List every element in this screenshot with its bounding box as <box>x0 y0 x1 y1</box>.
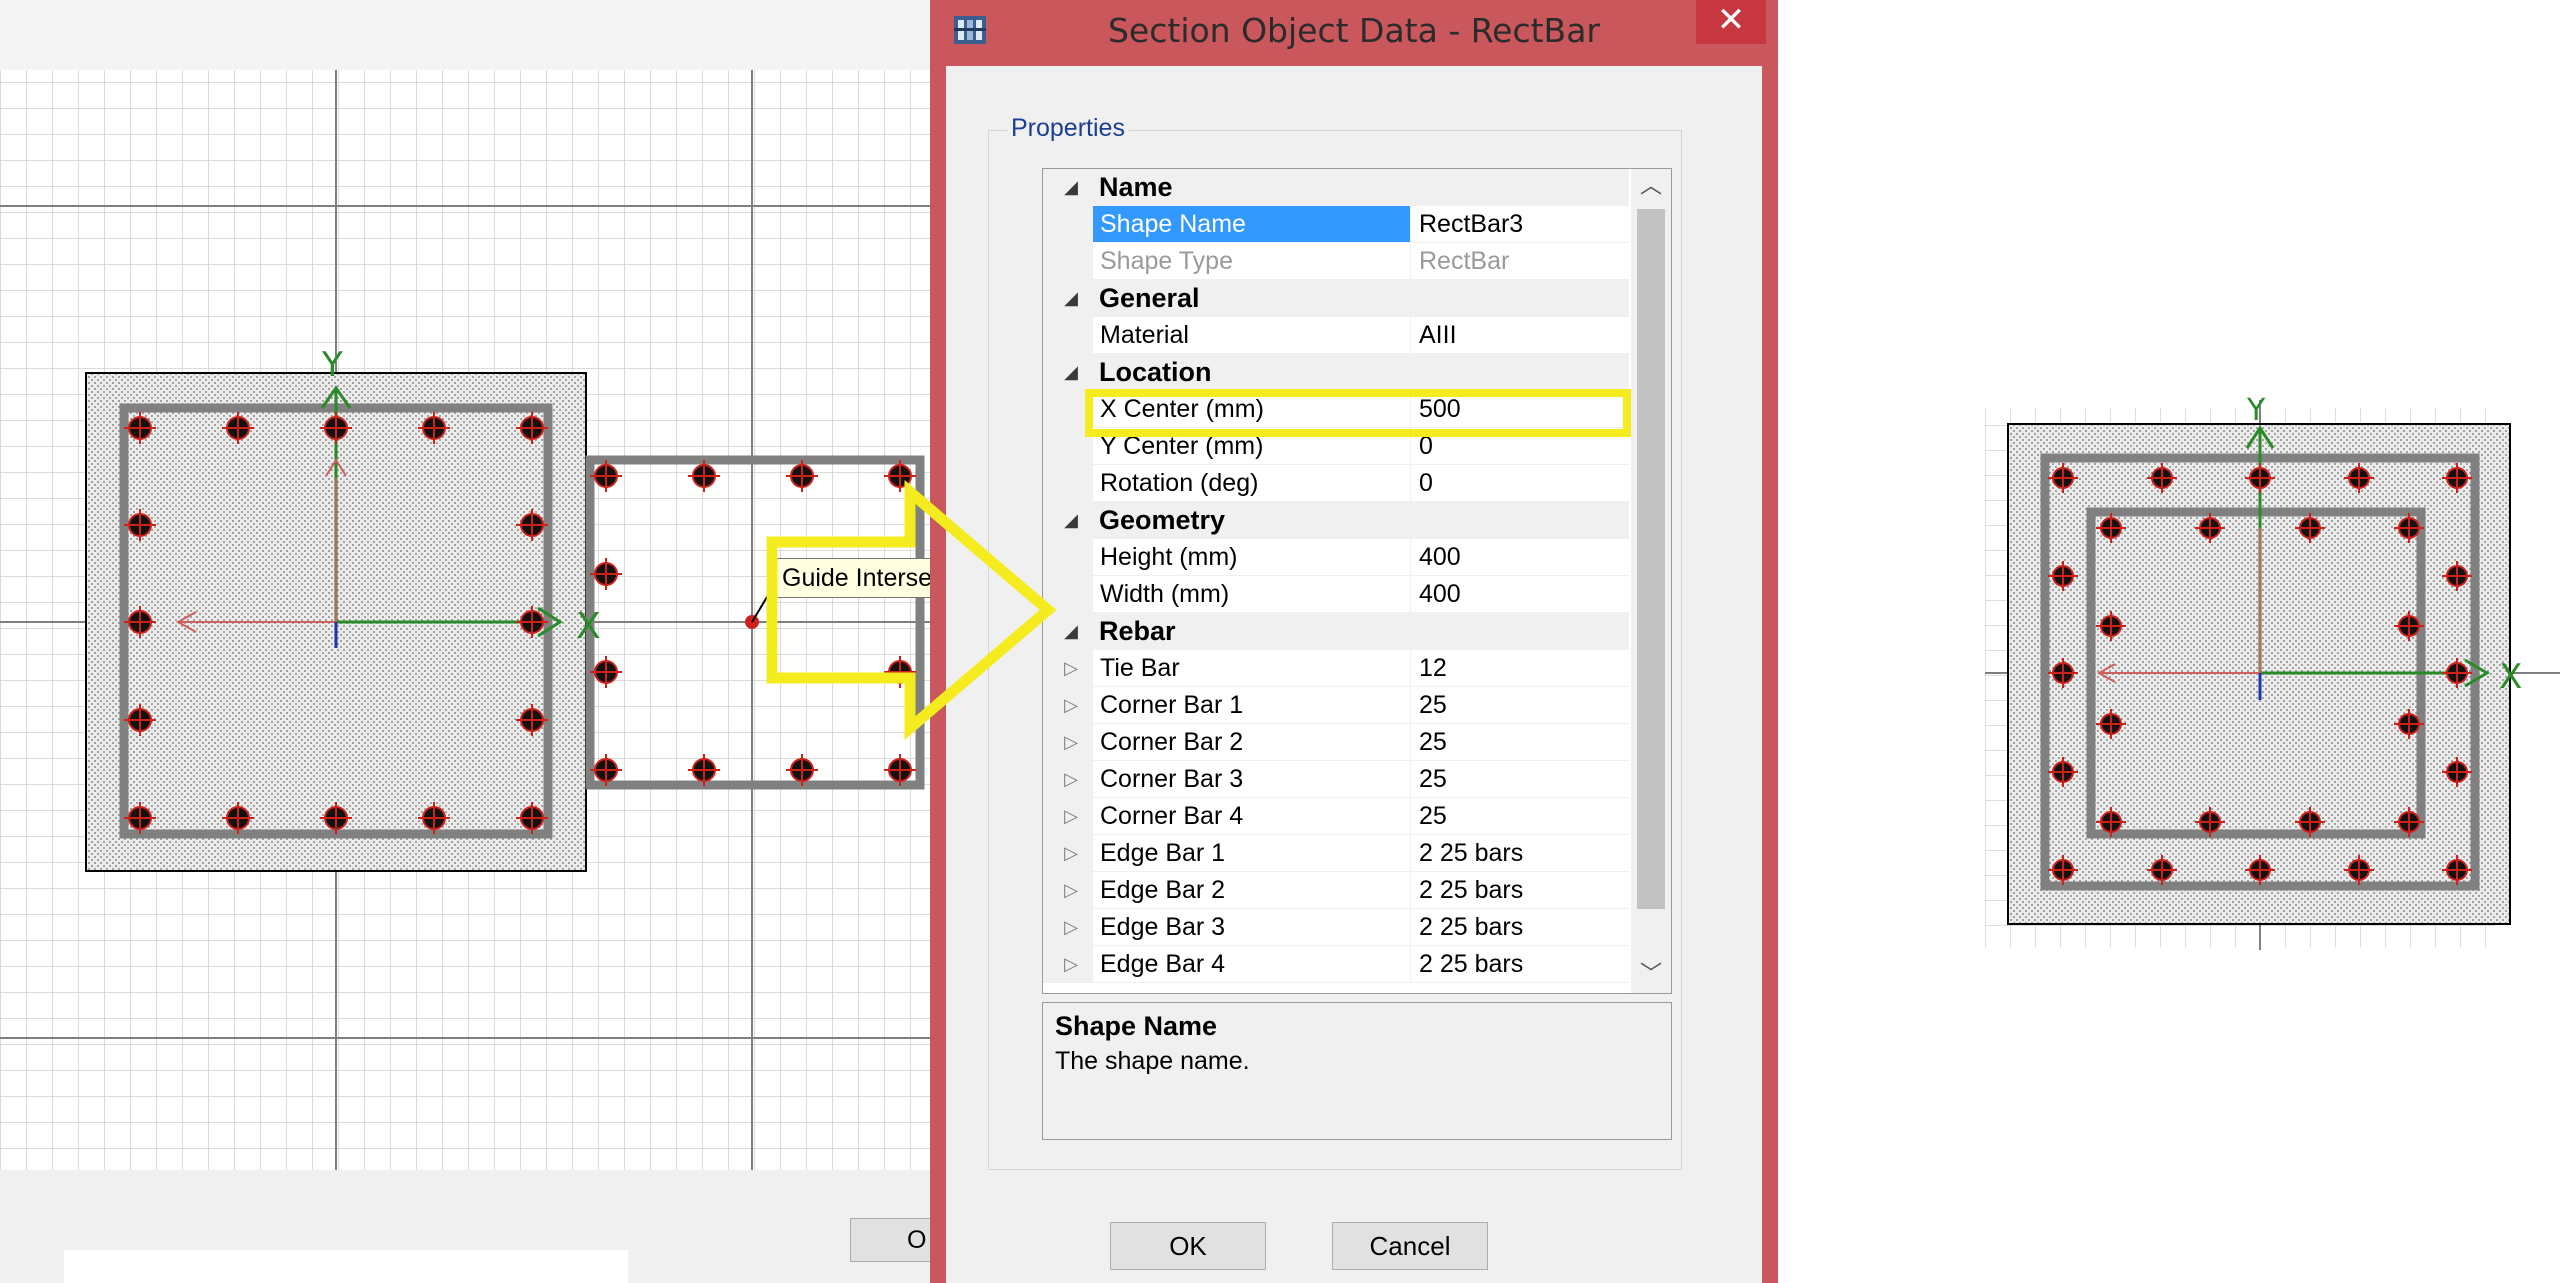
property-edge-bar-3[interactable]: ▷ Edge Bar 3 2 25 bars <box>1043 909 1629 946</box>
triangle-right-icon[interactable]: ▷ <box>1061 798 1081 835</box>
x-axis-label: X <box>576 606 601 647</box>
property-edge-bar-4[interactable]: ▷ Edge Bar 4 2 25 bars <box>1043 946 1629 983</box>
triangle-down-icon[interactable]: ◢ <box>1061 613 1081 650</box>
cancel-button[interactable]: Cancel <box>1332 1222 1488 1270</box>
app-icon <box>954 16 986 44</box>
scrollbar-thumb[interactable] <box>1637 209 1665 909</box>
property-edge-bar-2[interactable]: ▷ Edge Bar 2 2 25 bars <box>1043 872 1629 909</box>
property-corner-bar-4[interactable]: ▷ Corner Bar 4 25 <box>1043 798 1629 835</box>
property-corner-bar-1[interactable]: ▷ Corner Bar 1 25 <box>1043 687 1629 724</box>
description-title: Shape Name <box>1055 1011 1218 1041</box>
property-shape-name[interactable]: Shape Name RectBar3 <box>1043 206 1629 243</box>
description-text: The shape name. <box>1055 1047 1250 1075</box>
category-name[interactable]: ◢ Name <box>1043 169 1629 206</box>
property-grid-scrollbar[interactable]: ︿ ﹀ <box>1631 169 1671 993</box>
triangle-right-icon[interactable]: ▷ <box>1061 761 1081 798</box>
property-corner-bar-3[interactable]: ▷ Corner Bar 3 25 <box>1043 761 1629 798</box>
triangle-down-icon[interactable]: ◢ <box>1061 169 1081 206</box>
triangle-down-icon[interactable]: ◢ <box>1061 280 1081 317</box>
chevron-down-icon[interactable]: ﹀ <box>1631 957 1671 993</box>
dialog-client-area: Properties ◢ Name Shape Name RectBar3 Sh… <box>946 66 1762 1283</box>
property-material[interactable]: Material AIII <box>1043 317 1629 354</box>
right-section-canvas[interactable]: X Y <box>1775 0 2560 1283</box>
properties-group-label: Properties <box>1007 114 1129 143</box>
yellow-arrow-annotation <box>766 480 1057 740</box>
chevron-up-icon[interactable]: ︿ <box>1631 169 1671 205</box>
triangle-right-icon[interactable]: ▷ <box>1061 650 1081 687</box>
dialog-title: Section Object Data - RectBar <box>1107 11 1600 50</box>
triangle-right-icon[interactable]: ▷ <box>1061 724 1081 761</box>
triangle-down-icon[interactable]: ◢ <box>1061 502 1081 539</box>
triangle-right-icon[interactable]: ▷ <box>1061 872 1081 909</box>
triangle-right-icon[interactable]: ▷ <box>1061 946 1081 983</box>
dialog-titlebar[interactable]: Section Object Data - RectBar ✕ <box>930 0 1778 62</box>
background-ok-button[interactable]: O <box>850 1218 930 1262</box>
property-height[interactable]: Height (mm) 400 <box>1043 539 1629 576</box>
property-tie-bar[interactable]: ▷ Tie Bar 12 <box>1043 650 1629 687</box>
property-description-panel: Shape Name The shape name. <box>1042 1002 1672 1140</box>
property-edge-bar-1[interactable]: ▷ Edge Bar 1 2 25 bars <box>1043 835 1629 872</box>
category-rebar[interactable]: ◢ Rebar <box>1043 613 1629 650</box>
property-rotation[interactable]: Rotation (deg) 0 <box>1043 465 1629 502</box>
category-general[interactable]: ◢ General <box>1043 280 1629 317</box>
triangle-right-icon[interactable]: ▷ <box>1061 909 1081 946</box>
property-grid[interactable]: ◢ Name Shape Name RectBar3 Shape Type Re… <box>1042 168 1672 994</box>
y-axis-label-right: Y <box>2246 393 2266 428</box>
triangle-right-icon[interactable]: ▷ <box>1061 835 1081 872</box>
section-drawing-right[interactable]: X Y <box>1775 0 2560 1283</box>
background-text-field[interactable] <box>64 1250 628 1283</box>
x-center-highlight-box <box>1085 389 1631 437</box>
property-corner-bar-2[interactable]: ▷ Corner Bar 2 25 <box>1043 724 1629 761</box>
ok-button[interactable]: OK <box>1110 1222 1266 1270</box>
shape-name-value[interactable]: RectBar3 <box>1411 206 1629 243</box>
close-icon[interactable]: ✕ <box>1696 0 1766 44</box>
property-shape-type[interactable]: Shape Type RectBar <box>1043 243 1629 280</box>
triangle-down-icon[interactable]: ◢ <box>1061 354 1081 391</box>
category-location[interactable]: ◢ Location <box>1043 354 1629 391</box>
property-width[interactable]: Width (mm) 400 <box>1043 576 1629 613</box>
triangle-right-icon[interactable]: ▷ <box>1061 687 1081 724</box>
x-axis-label-right: X <box>2499 657 2522 697</box>
category-geometry[interactable]: ◢ Geometry <box>1043 502 1629 539</box>
y-axis-label: Y <box>321 345 343 385</box>
